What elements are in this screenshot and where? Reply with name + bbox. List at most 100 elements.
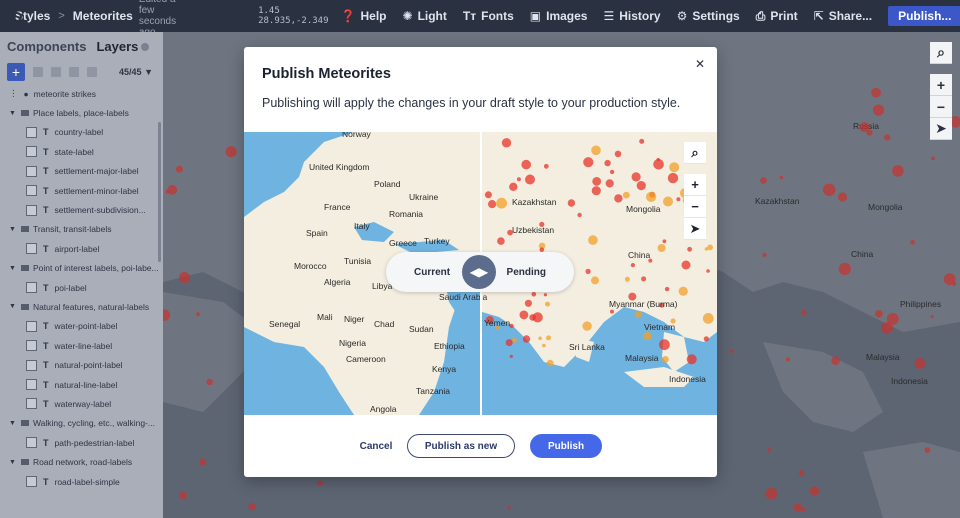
images-icon: ▣ (529, 9, 542, 23)
zoom-in-button[interactable]: + (684, 174, 706, 196)
compass-icon[interactable]: ➤ (684, 218, 706, 240)
layer-label: meteorite strikes (33, 88, 96, 99)
layer-item[interactable]: Tpath-pedestrian-label (0, 433, 163, 452)
scrollbar[interactable] (158, 122, 161, 262)
layer-group[interactable]: ▼ Transit, transit-labels (0, 220, 163, 239)
layer-item[interactable]: Tsettlement-major-label (0, 162, 163, 181)
map-label-indonesia: Indonesia (891, 376, 928, 386)
filter-icon[interactable]: ▼ (144, 67, 153, 77)
text-layer-icon: T (43, 340, 49, 351)
publish-as-new-button[interactable]: Publish as new (407, 434, 515, 458)
history-button[interactable]: ☰ History (603, 9, 660, 23)
layer-group[interactable]: ▼ Natural features, natural-labels (0, 297, 163, 316)
layer-label: waterway-label (54, 398, 112, 409)
heat-point (884, 134, 891, 141)
heat-point (914, 358, 926, 369)
tab-layers[interactable]: Layers (96, 39, 150, 54)
layer-item[interactable]: ⋮ ● meteorite strikes (0, 84, 163, 103)
zoom-in-button[interactable]: + (930, 74, 952, 96)
share-button[interactable]: ⇱ Share... (814, 9, 872, 23)
heat-point (706, 269, 710, 273)
settings-button[interactable]: ⚙ Settings (677, 9, 740, 23)
heat-point (859, 122, 870, 133)
group-icon[interactable] (51, 67, 61, 77)
current-map-label: Morocco (294, 261, 327, 271)
zoom-out-button[interactable]: − (930, 96, 952, 118)
folder-icon (20, 303, 29, 310)
compare-slider[interactable]: Current ◀▶ Pending (386, 252, 574, 292)
zoom-out-button[interactable]: − (684, 196, 706, 218)
heat-point (703, 336, 709, 342)
heat-point (730, 349, 734, 353)
layer-item[interactable]: Tairport-label (0, 239, 163, 258)
layer-group[interactable]: ▼ Walking, cycling, etc., walking-... (0, 414, 163, 433)
publish-button[interactable]: Publish (530, 434, 602, 458)
heat-point (167, 184, 178, 195)
layer-item[interactable]: Tnatural-line-label (0, 375, 163, 394)
chevron-down-icon[interactable]: ▼ (9, 110, 16, 117)
fonts-button[interactable]: Tт Fonts (463, 9, 514, 23)
current-map-label: Italy (354, 221, 370, 231)
images-button[interactable]: ▣ Images (530, 9, 588, 23)
search-icon[interactable]: ⌕ (684, 142, 706, 164)
heat-point (614, 194, 623, 203)
heat-point (525, 174, 535, 185)
pending-map-label: Myanmar (Burma) (609, 299, 678, 309)
heat-point (488, 200, 497, 209)
heat-point (179, 491, 187, 500)
duplicate-icon[interactable] (33, 67, 43, 77)
text-layer-icon: T (43, 321, 49, 332)
layer-item[interactable]: Tsettlement-subdivision... (0, 200, 163, 219)
chevron-down-icon[interactable]: ▼ (9, 265, 16, 272)
layer-item[interactable]: Tsettlement-minor-label (0, 181, 163, 200)
print-button[interactable]: ⎙ Print (756, 9, 798, 24)
layer-item[interactable]: Twater-line-label (0, 336, 163, 355)
light-icon: ✺ (402, 9, 413, 23)
close-icon[interactable]: ✕ (695, 57, 705, 71)
heat-point (631, 172, 641, 182)
layer-item[interactable]: Troad-label-simple (0, 472, 163, 491)
heat-point (538, 336, 542, 341)
layer-label: Road network, road-labels (32, 457, 133, 468)
compass-icon[interactable]: ➤ (930, 118, 952, 140)
layer-item[interactable]: Tnatural-point-label (0, 355, 163, 374)
layer-item[interactable]: Tpoi-label (0, 278, 163, 297)
heat-point (643, 332, 652, 341)
heat-point (546, 359, 554, 367)
drag-handle-icon[interactable]: ⋮ (9, 88, 18, 99)
help-button[interactable]: ❓ Help (341, 9, 387, 23)
delete-icon[interactable] (87, 67, 97, 77)
swipe-handle-icon[interactable]: ◀▶ (462, 255, 496, 289)
add-layer-button[interactable]: + (7, 63, 25, 81)
chevron-down-icon[interactable]: ▼ (9, 459, 16, 466)
layer-group[interactable]: ▼ Point of interest labels, poi-labe... (0, 259, 163, 278)
map-label-mongolia: Mongolia (868, 202, 903, 212)
layer-item[interactable]: Tstate-label (0, 142, 163, 161)
publish-menu-button[interactable]: Publish... (888, 6, 960, 26)
visibility-icon[interactable] (69, 67, 79, 77)
current-map-label: United Kingdom (309, 162, 369, 172)
chevron-down-icon[interactable]: ▼ (9, 226, 16, 233)
heat-point (507, 506, 511, 510)
chevron-down-icon[interactable]: ▼ (9, 303, 16, 310)
layer-label: state-label (54, 146, 94, 157)
layer-group[interactable]: ▼ Road network, road-labels (0, 452, 163, 471)
light-button[interactable]: ✺ Light (403, 9, 447, 23)
breadcrumb-style-name[interactable]: Meteorites (73, 9, 133, 23)
heat-point (667, 172, 679, 184)
layer-label: settlement-minor-label (54, 185, 139, 196)
layer-item[interactable]: Twaterway-label (0, 394, 163, 413)
heat-point (822, 183, 836, 197)
layer-group[interactable]: ▼ Place labels, place-labels (0, 103, 163, 122)
layer-item[interactable]: Tcountry-label (0, 123, 163, 142)
cancel-button[interactable]: Cancel (354, 434, 398, 458)
tab-components[interactable]: Components (7, 39, 86, 54)
layer-item[interactable]: Twater-point-label (0, 317, 163, 336)
pending-map-label: Yemen (484, 318, 510, 328)
chevron-down-icon[interactable]: ▼ (9, 420, 16, 427)
search-icon[interactable]: ⌕ (930, 42, 952, 64)
heat-point (585, 268, 591, 274)
heat-point (681, 260, 691, 270)
heat-point (707, 244, 713, 251)
heat-point (892, 165, 904, 177)
